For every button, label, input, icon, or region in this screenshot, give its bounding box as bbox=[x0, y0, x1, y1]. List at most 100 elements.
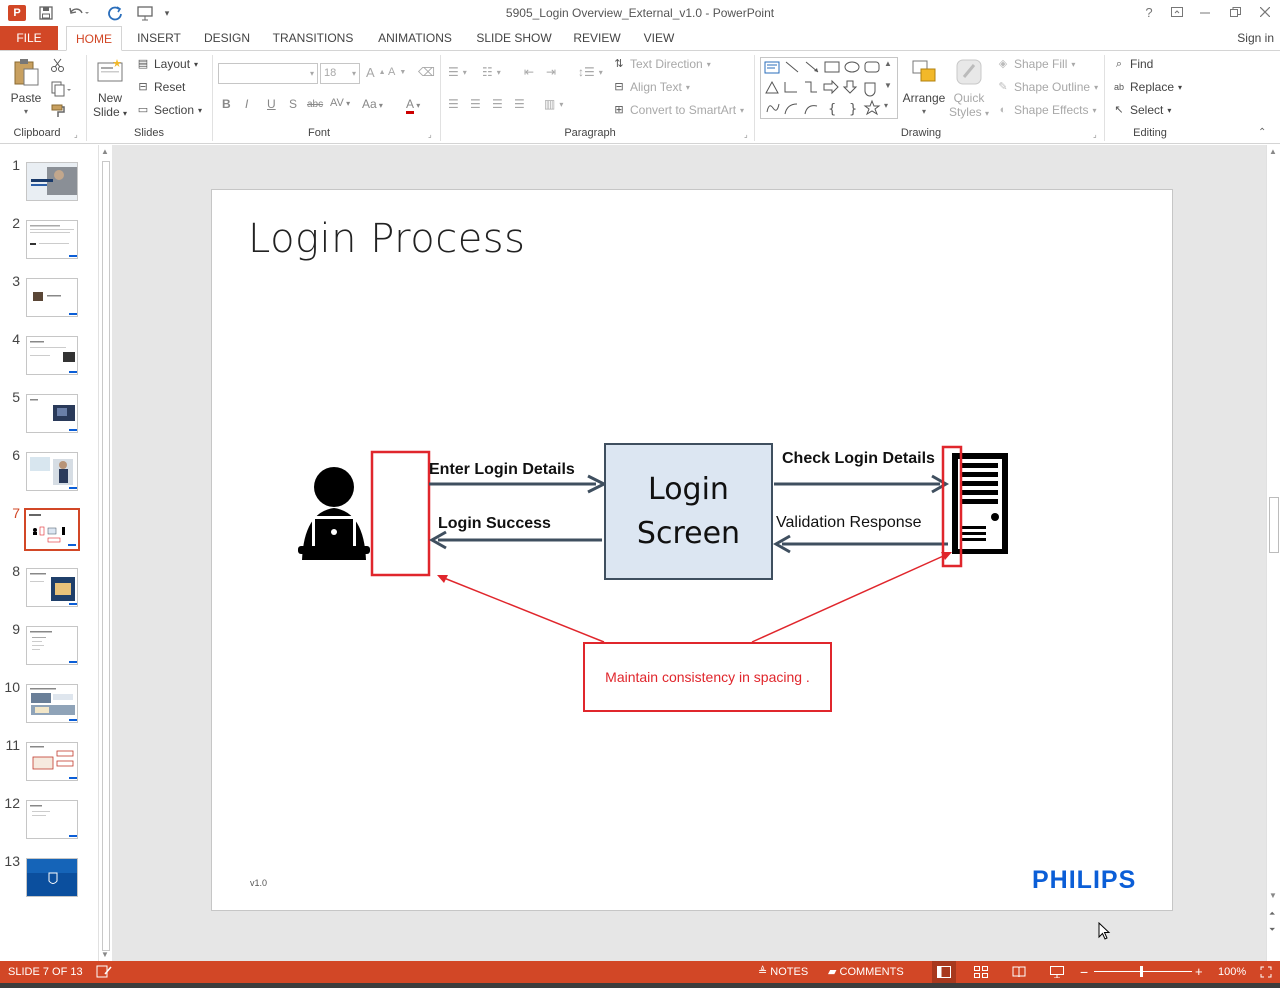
enter-login-label[interactable]: Enter Login Details bbox=[429, 461, 575, 479]
shrink-font-button[interactable]: A ▼ bbox=[388, 66, 406, 78]
tab-view[interactable]: VIEW bbox=[638, 26, 680, 50]
slide-thumbnail-6[interactable] bbox=[26, 452, 78, 491]
align-left-icon[interactable]: ☰ bbox=[448, 97, 459, 111]
highlight-box-left[interactable] bbox=[370, 450, 431, 577]
arrow-login-success[interactable] bbox=[428, 530, 602, 550]
slide-thumbnail-5[interactable] bbox=[26, 394, 78, 433]
slide-thumbnail-13[interactable] bbox=[26, 858, 78, 897]
repeat-icon[interactable] bbox=[104, 3, 126, 23]
drawing-launcher-icon[interactable]: ⌟ bbox=[1093, 130, 1097, 139]
powerpoint-app-icon[interactable]: P bbox=[6, 3, 28, 23]
clear-formatting-icon[interactable]: ⌫ bbox=[418, 65, 435, 79]
font-launcher-icon[interactable]: ⌟ bbox=[428, 130, 432, 139]
slide-scrollbar[interactable]: ▲ ▼ ⏶ ⏷ bbox=[1266, 145, 1280, 961]
feedback-callout[interactable]: Maintain consistency in spacing . bbox=[583, 642, 832, 712]
login-screen-box[interactable]: Login Screen bbox=[604, 443, 773, 580]
check-login-label[interactable]: Check Login Details bbox=[782, 450, 935, 468]
italic-button[interactable]: I bbox=[245, 97, 248, 111]
paste-button[interactable]: Paste ▾ bbox=[6, 57, 46, 119]
find-button[interactable]: ⌕ Find bbox=[1112, 57, 1153, 71]
slide-canvas[interactable]: Login Process Enter Login Details Login … bbox=[211, 189, 1173, 911]
replace-button[interactable]: ab Replace ▾ bbox=[1112, 80, 1182, 94]
restore-icon[interactable] bbox=[1222, 3, 1248, 23]
font-family-combo[interactable]: ▾ bbox=[218, 63, 318, 84]
philips-logo[interactable]: PHILIPS bbox=[1032, 866, 1136, 895]
undo-icon[interactable] bbox=[64, 3, 94, 23]
shape-outline-button[interactable]: ✎ Shape Outline ▾ bbox=[996, 80, 1098, 94]
slide-indicator[interactable]: SLIDE 7 OF 13 bbox=[8, 961, 83, 983]
shapes-gallery[interactable]: { } bbox=[760, 57, 898, 119]
zoom-out-icon[interactable]: − bbox=[1080, 961, 1088, 983]
slide-thumbnail-1[interactable] bbox=[26, 162, 78, 201]
tab-animations[interactable]: ANIMATIONS bbox=[370, 26, 460, 50]
slide-thumbnail-3[interactable] bbox=[26, 278, 78, 317]
slide-thumbnail-12[interactable] bbox=[26, 800, 78, 839]
tab-design[interactable]: DESIGN bbox=[198, 26, 256, 50]
quick-styles-button[interactable]: Quick Styles ▾ bbox=[948, 57, 990, 121]
layout-button[interactable]: ▤ Layout ▾ bbox=[136, 57, 198, 71]
bold-button[interactable]: B bbox=[222, 97, 231, 111]
numbering-button[interactable]: ☷ ▾ bbox=[482, 65, 501, 79]
align-text-button[interactable]: ⊟ Align Text ▾ bbox=[612, 80, 689, 94]
slide-thumbnail-4[interactable] bbox=[26, 336, 78, 375]
normal-view-icon[interactable] bbox=[932, 961, 956, 983]
columns-button[interactable]: ▥ ▾ bbox=[544, 97, 563, 111]
tab-transitions[interactable]: TRANSITIONS bbox=[268, 26, 358, 50]
tab-review[interactable]: REVIEW bbox=[568, 26, 626, 50]
slide-thumbnail-8[interactable] bbox=[26, 568, 78, 607]
version-label[interactable]: v1.0 bbox=[250, 878, 267, 888]
slide-thumbnail-10[interactable] bbox=[26, 684, 78, 723]
validation-response-label[interactable]: Validation Response bbox=[776, 514, 922, 532]
arrange-button[interactable]: Arrange ▾ bbox=[902, 57, 946, 119]
gallery-down-icon[interactable]: ▼ bbox=[884, 81, 892, 90]
clipboard-launcher-icon[interactable]: ⌟ bbox=[74, 130, 78, 139]
gallery-up-icon[interactable]: ▲ bbox=[884, 59, 892, 68]
font-color-button[interactable]: A ▾ bbox=[406, 97, 420, 114]
shape-fill-button[interactable]: ◈ Shape Fill ▾ bbox=[996, 57, 1076, 71]
strikethrough-button[interactable]: abc bbox=[307, 99, 323, 110]
arrow-check-login[interactable] bbox=[774, 474, 950, 494]
decrease-indent-icon[interactable]: ⇤ bbox=[524, 65, 534, 79]
gallery-more-icon[interactable]: ▾ bbox=[884, 101, 888, 110]
ribbon-display-options-icon[interactable] bbox=[1164, 3, 1190, 23]
minimize-icon[interactable] bbox=[1192, 3, 1218, 23]
tab-home[interactable]: HOME bbox=[66, 26, 122, 51]
zoom-in-icon[interactable]: + bbox=[1195, 961, 1203, 983]
arrow-validation-response[interactable] bbox=[772, 534, 948, 554]
notes-button[interactable]: ≜ NOTES bbox=[758, 961, 808, 983]
comments-button[interactable]: ▰ COMMENTS bbox=[828, 961, 904, 983]
thumbnail-scrollbar[interactable]: ▲ ▼ bbox=[98, 145, 112, 961]
character-spacing-button[interactable]: AV ▾ bbox=[330, 97, 350, 109]
align-right-icon[interactable]: ☰ bbox=[492, 97, 503, 111]
slide-thumbnail-2[interactable] bbox=[26, 220, 78, 259]
help-button[interactable]: ? bbox=[1136, 3, 1162, 23]
zoom-level[interactable]: 100% bbox=[1218, 961, 1246, 983]
slide-thumbnail-7[interactable] bbox=[24, 508, 80, 551]
convert-smartart-button[interactable]: ⊞ Convert to SmartArt ▾ bbox=[612, 103, 744, 117]
underline-button[interactable]: U bbox=[267, 97, 276, 111]
change-case-button[interactable]: Aa ▾ bbox=[362, 97, 383, 111]
slide-thumbnail-9[interactable] bbox=[26, 626, 78, 665]
reset-button[interactable]: ⊟ Reset bbox=[136, 80, 185, 94]
align-center-icon[interactable]: ☰ bbox=[470, 97, 481, 111]
collapse-ribbon-icon[interactable]: ⌃ bbox=[1258, 127, 1266, 138]
increase-indent-icon[interactable]: ⇥ bbox=[546, 65, 556, 79]
present-from-beginning-icon[interactable] bbox=[134, 3, 158, 23]
tab-insert[interactable]: INSERT bbox=[132, 26, 186, 50]
bullets-button[interactable]: ☰ ▾ bbox=[448, 65, 467, 79]
customize-qat-icon[interactable]: ▾ bbox=[160, 3, 174, 23]
sign-in-link[interactable]: Sign in bbox=[1237, 26, 1274, 50]
section-button[interactable]: ▭ Section ▾ bbox=[136, 103, 202, 117]
justify-icon[interactable]: ☰ bbox=[514, 97, 525, 111]
grow-font-button[interactable]: A ▲ bbox=[366, 65, 386, 80]
format-painter-icon[interactable] bbox=[50, 103, 66, 119]
login-success-label[interactable]: Login Success bbox=[438, 515, 551, 533]
close-icon[interactable] bbox=[1252, 3, 1278, 23]
line-spacing-button[interactable]: ↕☰ ▾ bbox=[578, 65, 603, 79]
text-shadow-button[interactable]: S bbox=[289, 97, 297, 111]
cut-icon[interactable] bbox=[50, 57, 66, 73]
shape-effects-button[interactable]: ◐ Shape Effects ▾ bbox=[996, 103, 1097, 117]
copy-icon[interactable] bbox=[50, 81, 72, 97]
select-button[interactable]: ↖ Select ▾ bbox=[1112, 103, 1171, 117]
slide-thumbnail-11[interactable] bbox=[26, 742, 78, 781]
